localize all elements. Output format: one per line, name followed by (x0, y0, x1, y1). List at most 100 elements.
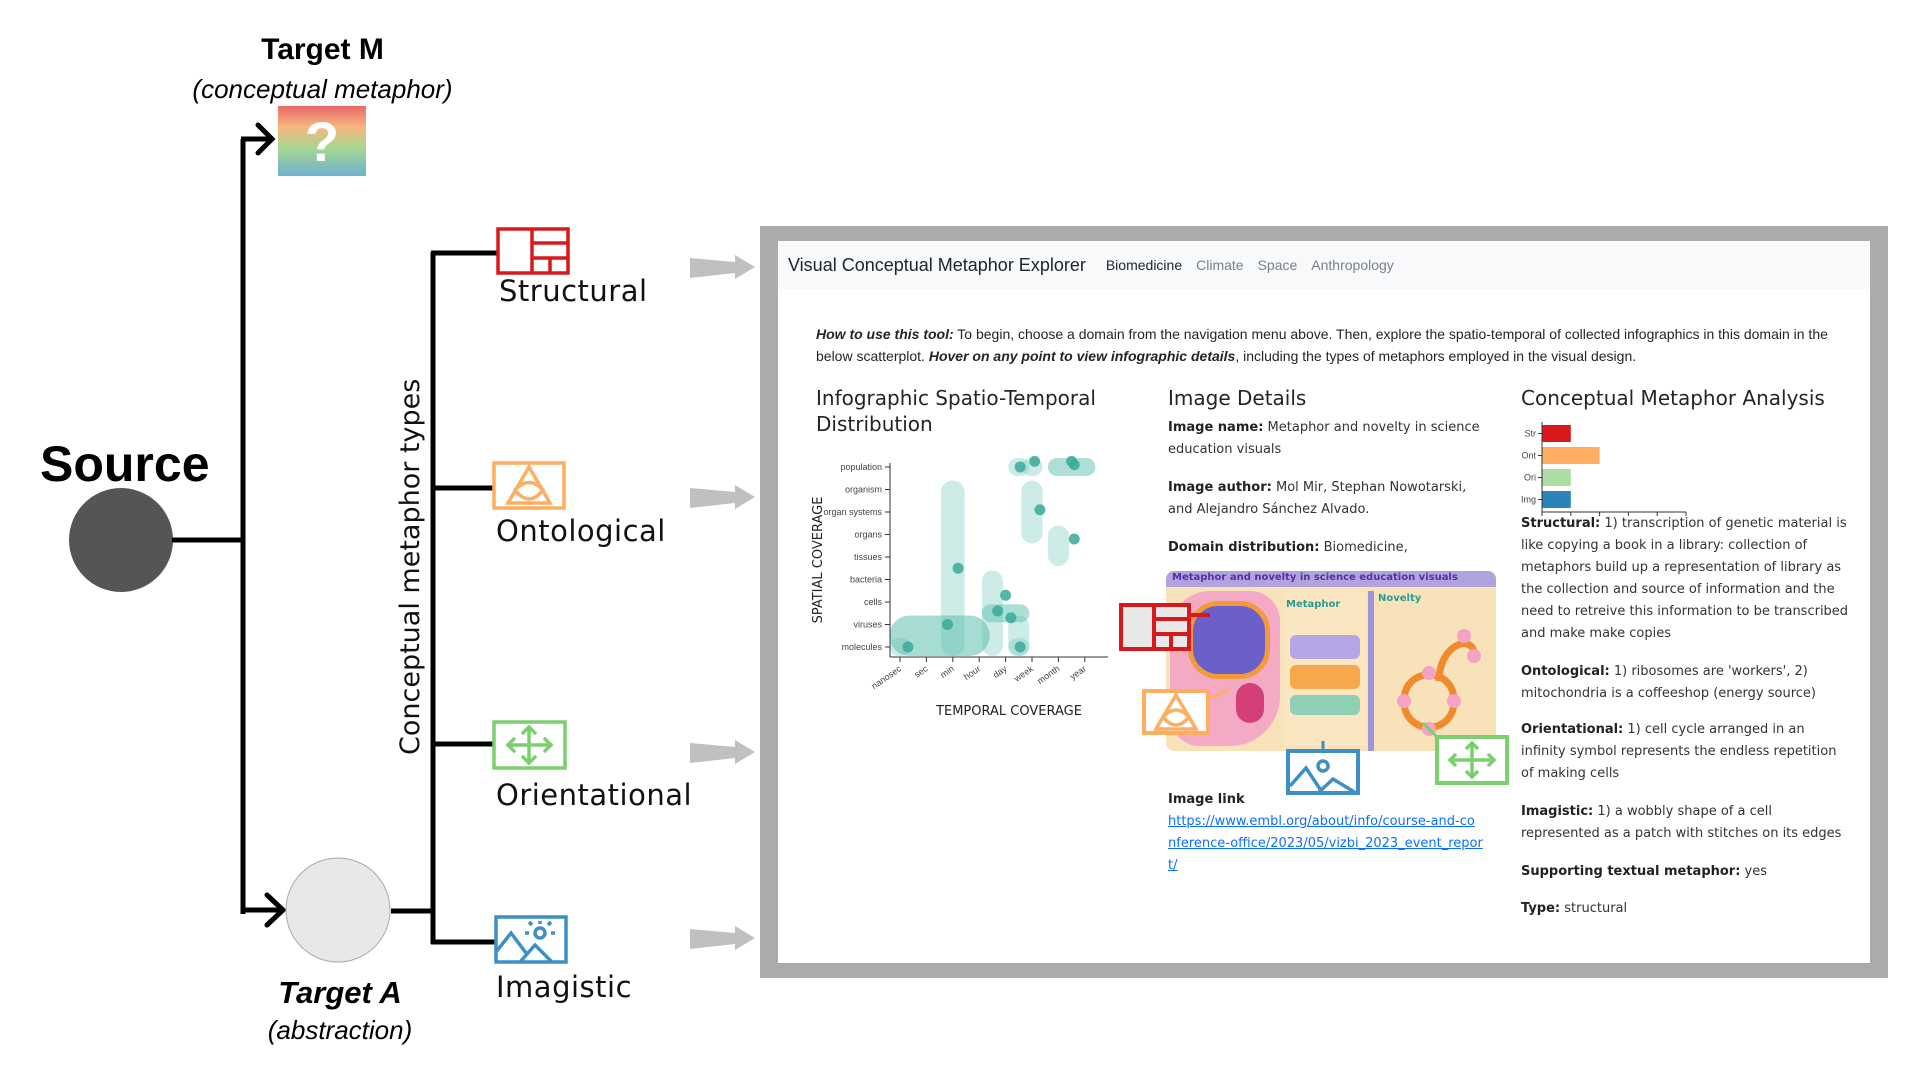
scatterplot[interactable]: molecules viruses cells bacteria tissues orga… (808, 451, 1148, 721)
type-label-orientational: Orientational (496, 778, 693, 812)
y-axis-title: SPATIAL COVERAGE (811, 497, 826, 624)
nav-space[interactable]: Space (1258, 257, 1298, 273)
scatter-title: Infographic Spatio-Temporal Distribution (816, 386, 1096, 436)
x-tick-label: nanosec (870, 663, 904, 691)
image-author-label: Image author: (1168, 480, 1272, 495)
pointer-arrow-imagistic (690, 926, 755, 950)
orientational-arrows-icon (492, 720, 567, 770)
analysis-orientational-label: Orientational: (1521, 722, 1624, 737)
data-point[interactable] (992, 605, 1004, 617)
ontological-triquetra-icon (492, 461, 566, 510)
data-point[interactable] (952, 562, 964, 574)
bar-str (1542, 425, 1571, 442)
poster-title: Metaphor and novelty in science educatio… (1172, 572, 1458, 583)
image-link[interactable]: https://www.embl.org/about/info/course-a… (1168, 814, 1483, 873)
x-tick-label: month (1035, 663, 1061, 686)
type-label-imagistic: Imagistic (496, 970, 633, 1004)
y-tick-label: organs (854, 530, 882, 540)
navbar: Visual Conceptual Metaphor Explorer Biom… (778, 241, 1870, 289)
nav-biomedicine[interactable]: Biomedicine (1106, 257, 1182, 273)
data-point[interactable] (902, 641, 914, 653)
target-a-subtitle: (abstraction) (267, 1015, 413, 1045)
x-tick-label: min (938, 663, 956, 680)
data-point[interactable] (1000, 589, 1012, 601)
analysis-structural: Structural: 1) transcription of genetic … (1521, 513, 1851, 645)
intro-emph: Hover on any point to view infographic d… (928, 348, 1236, 364)
analysis-orientational: Orientational: 1) cell cycle arranged in… (1521, 719, 1851, 785)
pointer-arrow-ontological (690, 485, 755, 509)
intro-part2: , including the types of metaphors emplo… (1235, 348, 1637, 364)
target-a-title: Target A (278, 975, 402, 1010)
y-tick-label: tissues (854, 552, 883, 562)
image-link-label: Image link (1168, 789, 1245, 811)
data-point[interactable] (1014, 641, 1026, 653)
x-tick-label: hour (962, 663, 982, 682)
app-title[interactable]: Visual Conceptual Metaphor Explorer (788, 255, 1086, 276)
data-point[interactable] (1068, 533, 1080, 545)
y-tick-label: cells (864, 597, 883, 607)
pointer-arrow-orientational (690, 740, 755, 764)
bar-ori (1542, 469, 1571, 486)
bar-label: Ont (1521, 451, 1536, 461)
question-glyph: ? (304, 109, 340, 173)
poster-text-block-1 (1290, 635, 1360, 659)
y-tick-label: bacteria (850, 575, 882, 585)
poster-novelty-heading: Novelty (1378, 593, 1422, 604)
coverage-range[interactable] (1047, 525, 1069, 567)
target-m-subtitle: (conceptual metaphor) (192, 74, 453, 104)
analysis-structural-text: 1) transcription of genetic material is … (1521, 516, 1849, 641)
analysis-type-label: Type: (1521, 901, 1561, 916)
poster-text-block-2 (1290, 665, 1360, 689)
target-a-node (285, 857, 391, 963)
nav-anthropology[interactable]: Anthropology (1311, 257, 1394, 273)
details-title: Image Details (1168, 386, 1307, 410)
domain-value: Biomedicine, (1319, 540, 1408, 555)
poster-divider (1368, 591, 1374, 751)
analysis-structural-label: Structural: (1521, 516, 1601, 531)
type-label-ontological: Ontological (496, 514, 666, 548)
bar-ont (1542, 447, 1600, 464)
image-name: Image name: Metaphor and novelty in scie… (1168, 417, 1488, 461)
bar-img (1542, 491, 1571, 508)
nav-climate[interactable]: Climate (1196, 257, 1243, 273)
analysis-imagistic-label: Imagistic: (1521, 804, 1594, 819)
analysis-title: Conceptual Metaphor Analysis (1521, 386, 1825, 410)
analysis-textual-label: Supporting textual metaphor: (1521, 864, 1741, 879)
x-tick-label: week (1011, 663, 1035, 684)
poster-mitochondria (1236, 683, 1264, 723)
image-link-container: https://www.embl.org/about/info/course-a… (1168, 811, 1483, 877)
infographic-thumbnail[interactable]: Metaphor and novelty in science educatio… (1166, 571, 1496, 751)
source-node (69, 488, 173, 592)
x-tick-label: day (991, 663, 1009, 680)
metaphor-bar-chart: StrOntOriImg012345 (1521, 422, 1687, 516)
poster-text-block-3 (1290, 695, 1360, 715)
y-tick-label: viruses (853, 620, 882, 630)
data-point[interactable] (1034, 504, 1046, 516)
analysis-type: Type: structural (1521, 898, 1851, 920)
pointer-arrow-structural (690, 255, 755, 279)
y-tick-label: organism (845, 485, 882, 495)
x-tick-label: sec (912, 663, 930, 680)
analysis-ontological-label: Ontological: (1521, 664, 1610, 679)
data-point[interactable] (1068, 459, 1080, 471)
bar-label: Ori (1524, 473, 1536, 483)
image-author: Image author: Mol Mir, Stephan Nowotarsk… (1168, 477, 1493, 521)
data-point[interactable] (1029, 455, 1041, 467)
structural-grid-icon (496, 227, 570, 275)
target-m-title: Target M (261, 33, 384, 66)
source-title: Source (40, 436, 210, 492)
intro-lead: How to use this tool: (816, 326, 954, 342)
image-link-label-text: Image link (1168, 792, 1245, 807)
branch-label: Conceptual metaphor types (395, 378, 426, 755)
data-point[interactable] (942, 619, 954, 630)
x-axis-title: TEMPORAL COVERAGE (935, 704, 1082, 719)
y-tick-label: molecules (841, 642, 882, 652)
y-tick-label: organ systems (823, 507, 882, 517)
analysis-imagistic: Imagistic: 1) a wobbly shape of a cell r… (1521, 801, 1851, 845)
analysis-textual: Supporting textual metaphor: yes (1521, 861, 1851, 883)
analysis-textual-text: yes (1740, 864, 1768, 879)
domain-distribution: Domain distribution: Biomedicine, (1168, 537, 1488, 559)
image-name-label: Image name: (1168, 420, 1264, 435)
data-point[interactable] (1014, 461, 1026, 473)
data-point[interactable] (1005, 612, 1017, 624)
